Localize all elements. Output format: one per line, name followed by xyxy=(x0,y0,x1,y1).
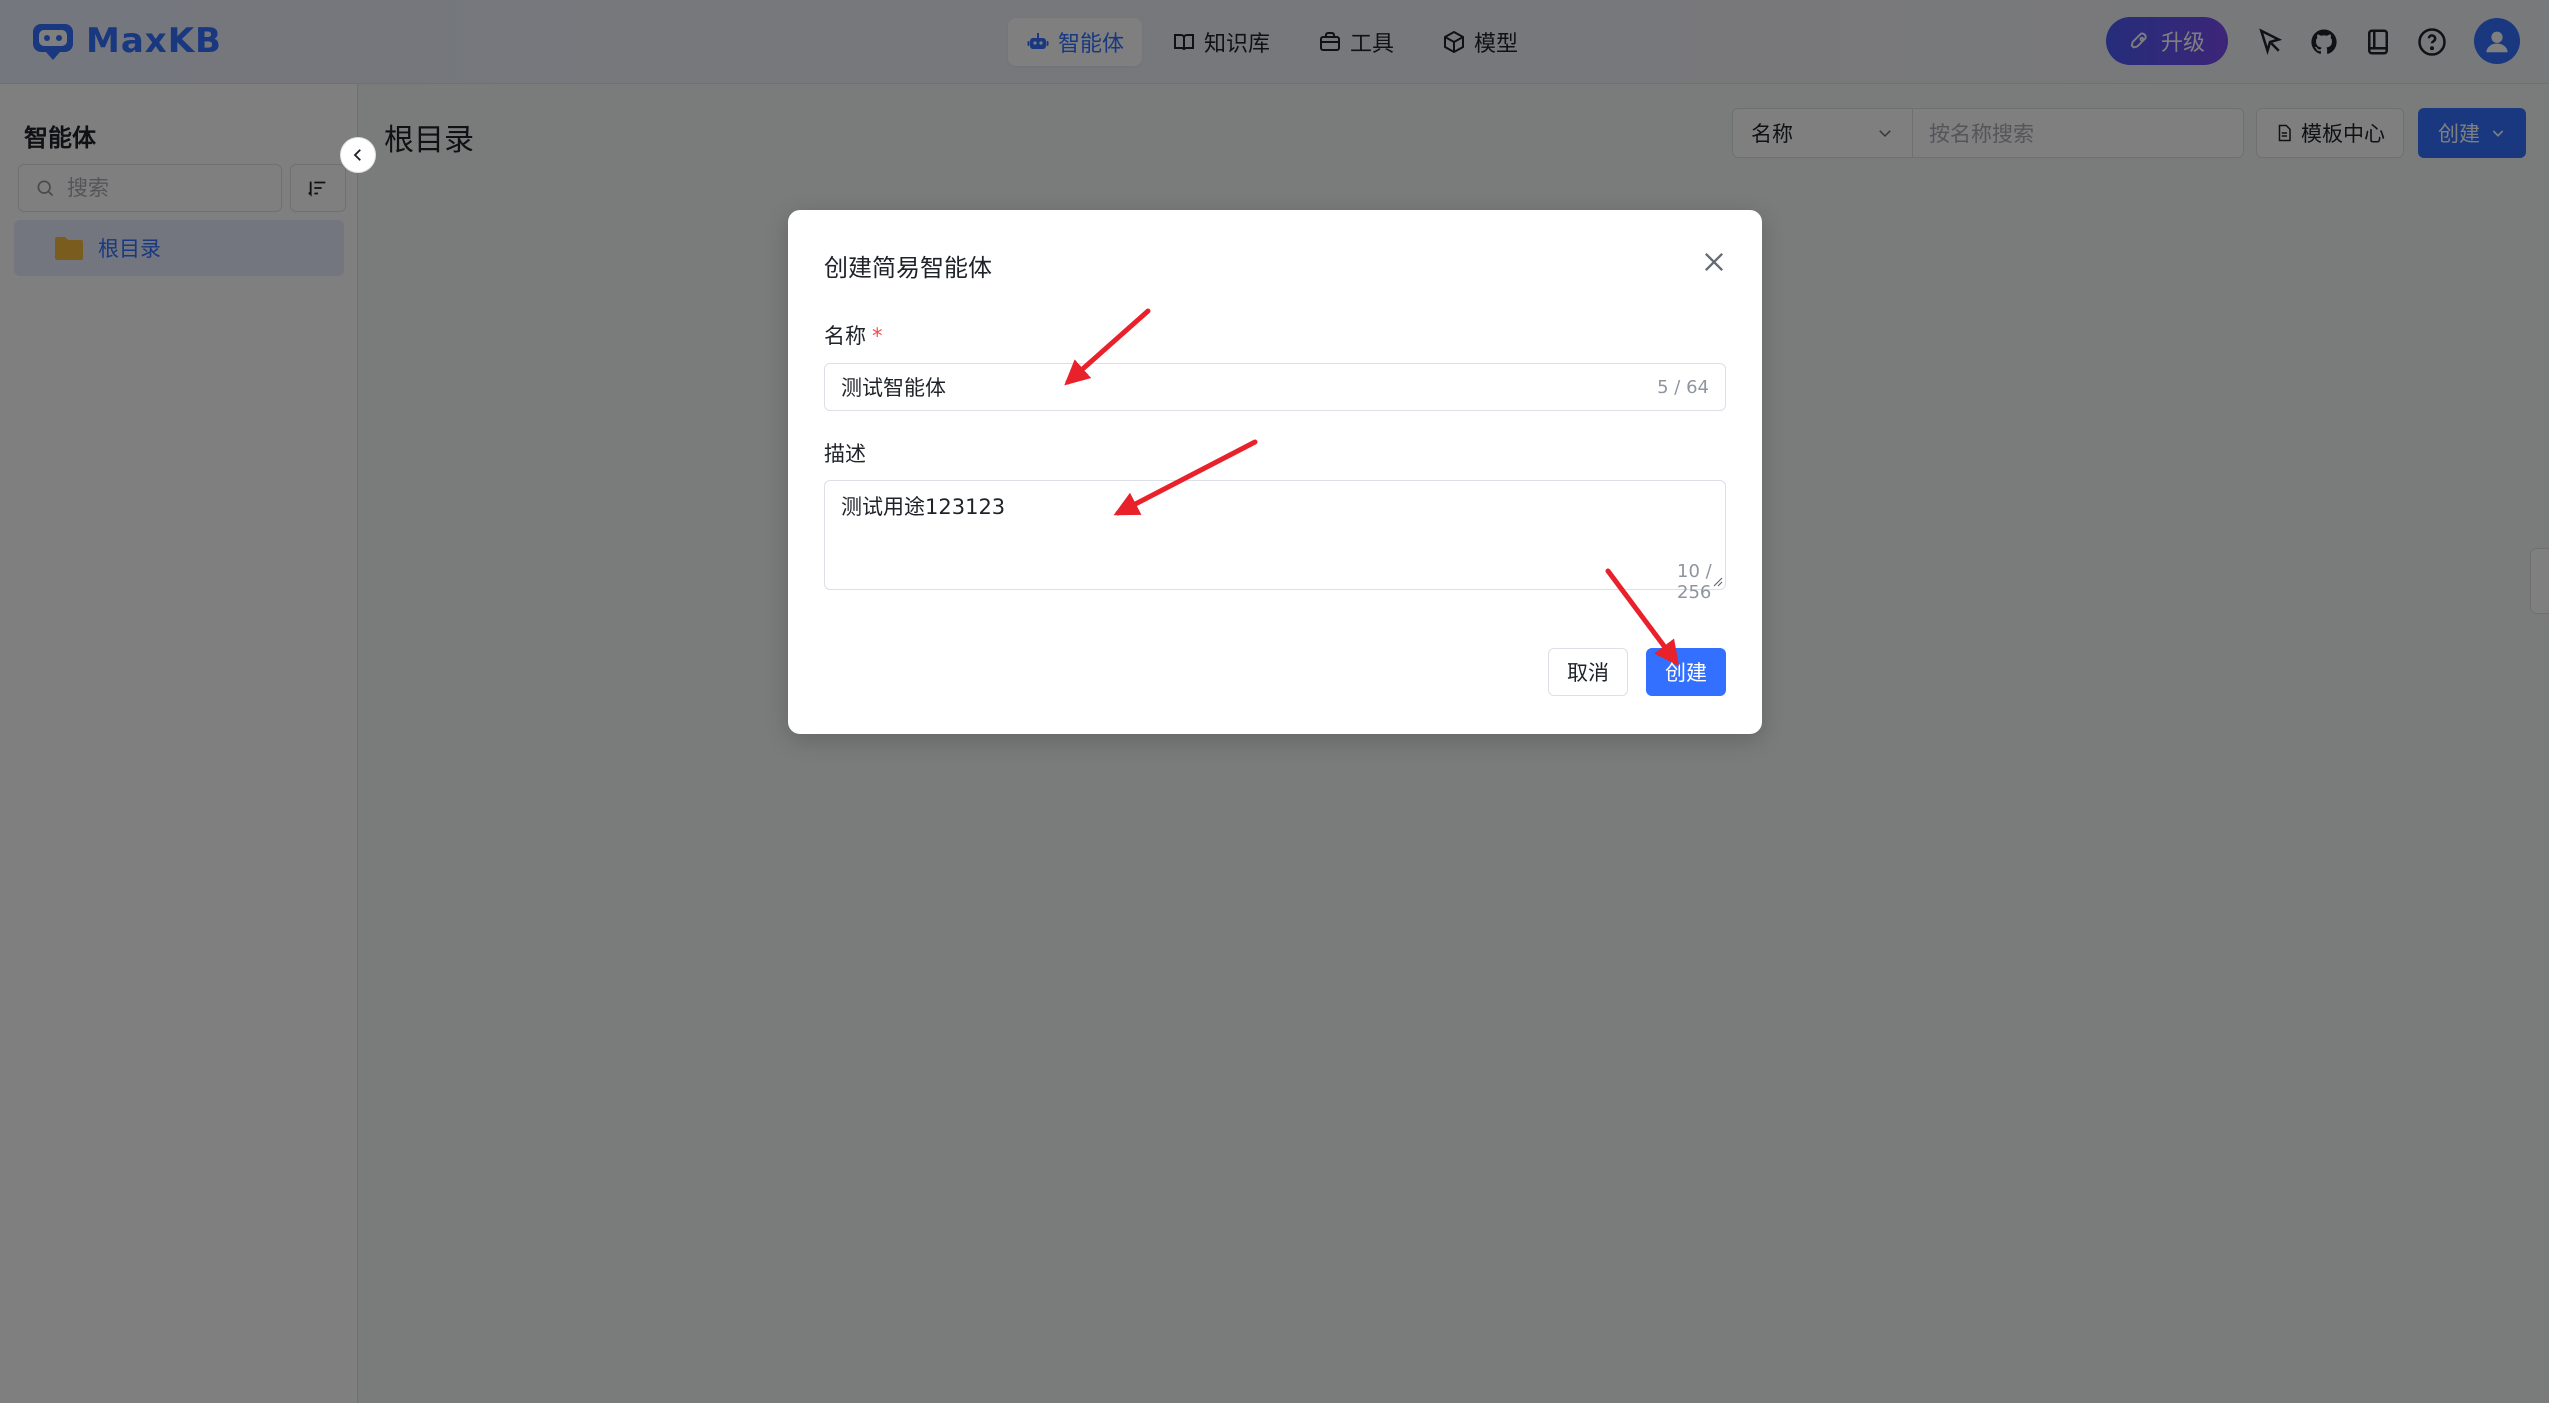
create-button[interactable]: 创建 xyxy=(1646,648,1726,696)
close-icon[interactable] xyxy=(1700,248,1728,276)
required-mark: * xyxy=(872,324,883,348)
chevron-left-icon xyxy=(353,149,361,161)
dialog-title: 创建简易智能体 xyxy=(824,254,992,282)
resize-grip-icon[interactable] xyxy=(1711,575,1723,587)
collapse-sidebar-button[interactable] xyxy=(340,137,376,173)
description-textarea[interactable]: 测试用途123123 xyxy=(841,491,1701,551)
description-label: 描述 xyxy=(824,442,866,466)
name-label: 名称 * xyxy=(824,320,883,350)
name-field[interactable]: 5 / 64 xyxy=(824,363,1726,411)
name-char-counter: 5 / 64 xyxy=(1657,376,1709,398)
create-agent-dialog: 创建简易智能体 名称* 5 / 64 描述 测试用途123123 10 / 25… xyxy=(788,210,1762,734)
name-input[interactable] xyxy=(841,375,1658,399)
app-window: MaxKB 智能体 知识库 工具 模型 升级 xyxy=(0,0,2549,1403)
name-label-text: 名称 xyxy=(824,324,866,348)
cancel-button[interactable]: 取消 xyxy=(1548,648,1628,696)
description-field[interactable]: 测试用途123123 10 / 256 xyxy=(824,480,1726,603)
